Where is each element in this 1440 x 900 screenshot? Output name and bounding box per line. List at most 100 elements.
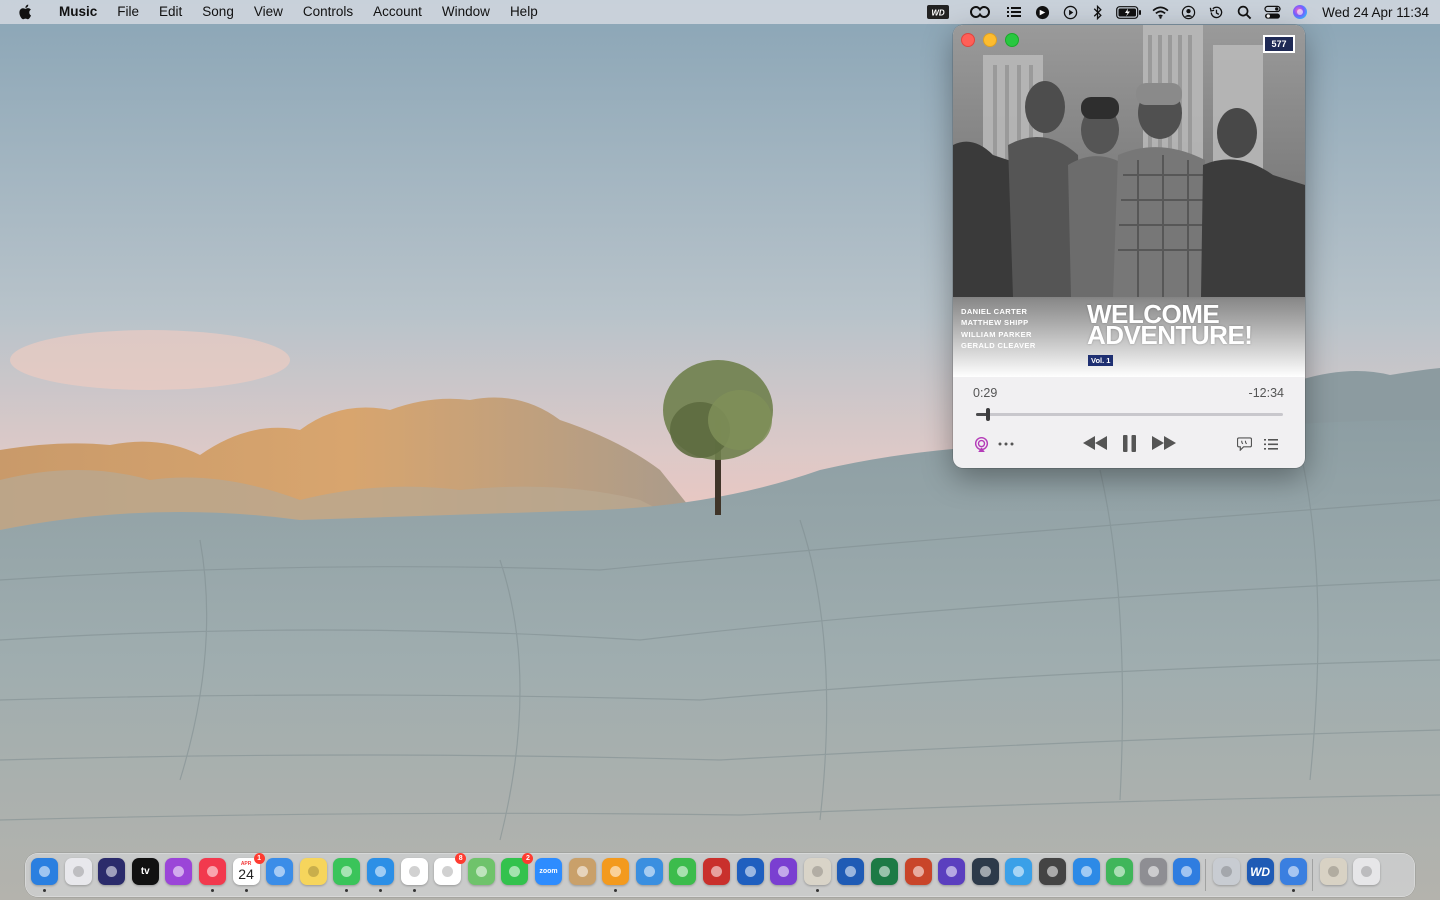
dock-launchpad-icon[interactable] [64,858,92,885]
dock-zoom-icon[interactable]: zoom [535,858,562,885]
dock-onedrive-icon[interactable] [1173,858,1201,885]
progress-scrubber[interactable] [976,408,1283,421]
battery-icon[interactable] [1116,4,1142,20]
dock-icon-glyph [1047,866,1058,877]
dock-imovie-icon[interactable] [938,858,966,885]
dock-facetime-icon[interactable]: 2 [501,853,534,885]
dock-script-editor-icon[interactable] [803,858,831,885]
menu-bar-clock[interactable]: Wed 24 Apr 11:34 [1322,5,1429,20]
dock-system-settings-icon[interactable] [1139,858,1167,885]
lyrics-button[interactable] [1235,435,1253,453]
app-status-icon[interactable] [1032,4,1052,20]
time-machine-icon[interactable] [1206,4,1226,20]
dock-wd-backup-icon[interactable] [1280,858,1308,885]
dock-reminders-icon[interactable]: 8 [434,853,467,885]
notification-badge: 8 [455,853,467,864]
user-circle-icon[interactable] [1178,4,1198,20]
dock-preview-folder-icon[interactable] [1319,858,1347,885]
dock-trash-icon[interactable] [1353,858,1381,885]
dock-music-icon[interactable] [199,858,226,885]
dock-apple-tv-icon[interactable]: tv [131,858,159,885]
album-title: WELCOME ADVENTURE! [1087,301,1253,350]
minimize-button[interactable] [983,33,997,47]
dock-icon-glyph [173,866,185,877]
dock-icon-glyph [509,866,521,877]
dock-app-store-icon[interactable] [1072,858,1100,885]
dock-affinity-designer-icon[interactable] [736,858,764,885]
dock-find-my-icon[interactable] [1106,858,1134,885]
rewind-icon [1083,436,1107,450]
close-button[interactable] [961,33,975,47]
music-mini-player: 577 DANIEL CARTER MATTHEW SHIPP WILLIAM … [953,25,1305,468]
dock-word-icon[interactable] [837,858,865,885]
dock-numbers-icon[interactable] [669,858,697,885]
dock-disk-utility-icon[interactable] [1213,858,1240,885]
play-circle-icon[interactable] [1060,4,1080,20]
dock-icon-glyph [1361,866,1373,877]
progress-knob[interactable] [986,408,991,421]
menu-app-name[interactable]: Music [53,0,107,24]
dock-pages-icon[interactable] [602,858,630,885]
running-indicator [379,889,382,892]
zoom-button[interactable] [1005,33,1019,47]
siri-icon[interactable] [1290,4,1310,20]
dock-teamviewer-icon[interactable] [1005,858,1033,885]
running-indicator [244,889,248,892]
menu-view[interactable]: View [244,0,293,24]
dock-icon-glyph [946,866,958,877]
dock-powerpoint-icon[interactable] [904,858,932,885]
dock-mail-icon[interactable] [266,858,294,885]
dock-contacts-icon[interactable] [568,858,596,885]
menu-song[interactable]: Song [192,0,244,24]
control-center-icon[interactable] [1262,4,1282,20]
running-indicator [43,889,46,892]
menu-controls[interactable]: Controls [293,0,363,24]
credit-line: GERALD CLEAVER [961,341,1036,351]
dock-calendar-icon[interactable]: APR 24 1 [232,853,265,885]
wifi-icon[interactable] [1150,4,1170,20]
menu-window[interactable]: Window [432,0,500,24]
apple-logo-icon[interactable] [17,3,35,21]
menu-account[interactable]: Account [363,0,432,24]
dock-affinity-photo-icon[interactable] [770,858,798,885]
dock-wd-discovery-icon[interactable]: WD [1246,858,1274,885]
dock-podcasts-icon[interactable] [165,858,193,885]
album-credits: DANIEL CARTER MATTHEW SHIPP WILLIAM PARK… [961,306,1036,352]
pause-button[interactable] [1120,433,1138,453]
dock-icon-glyph [274,866,286,877]
queue-button[interactable] [1262,435,1280,453]
dock-excel-icon[interactable] [871,858,898,885]
album-title-line2: ADVENTURE! [1087,320,1253,350]
list-icon[interactable] [1004,4,1024,20]
playback-controls: 0:29 -12:34 [953,377,1305,468]
dock-messages-icon[interactable] [333,858,361,885]
menu-file[interactable]: File [107,0,149,24]
more-button[interactable] [997,435,1015,453]
dock-affinity-publisher-icon[interactable] [703,858,730,885]
dock-finder-icon[interactable] [31,858,58,885]
airplay-button[interactable] [972,435,990,453]
dock-icon-glyph [207,866,218,877]
dock-keynote-icon[interactable] [635,858,663,885]
dock-notes-icon[interactable] [299,858,327,885]
menu-edit[interactable]: Edit [149,0,192,24]
dock-icon-glyph [744,866,756,877]
running-indicator [614,889,618,892]
wd-drive-icon[interactable]: WD [926,4,950,20]
dock-calculator-icon[interactable] [1039,858,1066,885]
search-icon[interactable] [1234,4,1254,20]
creative-cloud-icon[interactable] [970,4,991,20]
dock-icon-label: zoom [539,868,558,875]
dock-siri-icon[interactable] [98,858,126,885]
fast-forward-button[interactable] [1151,434,1177,452]
dock-photos-icon[interactable] [400,858,428,885]
elapsed-time: 0:29 [973,386,998,400]
dock-quicktime-icon[interactable] [971,858,999,885]
dock-maps-icon[interactable] [467,858,495,885]
fast-forward-icon [1152,436,1176,450]
menu-help[interactable]: Help [500,0,548,24]
bluetooth-icon[interactable] [1088,4,1108,20]
dock-safari-icon[interactable] [367,858,394,885]
more-icon [998,442,1014,446]
rewind-button[interactable] [1082,434,1108,452]
